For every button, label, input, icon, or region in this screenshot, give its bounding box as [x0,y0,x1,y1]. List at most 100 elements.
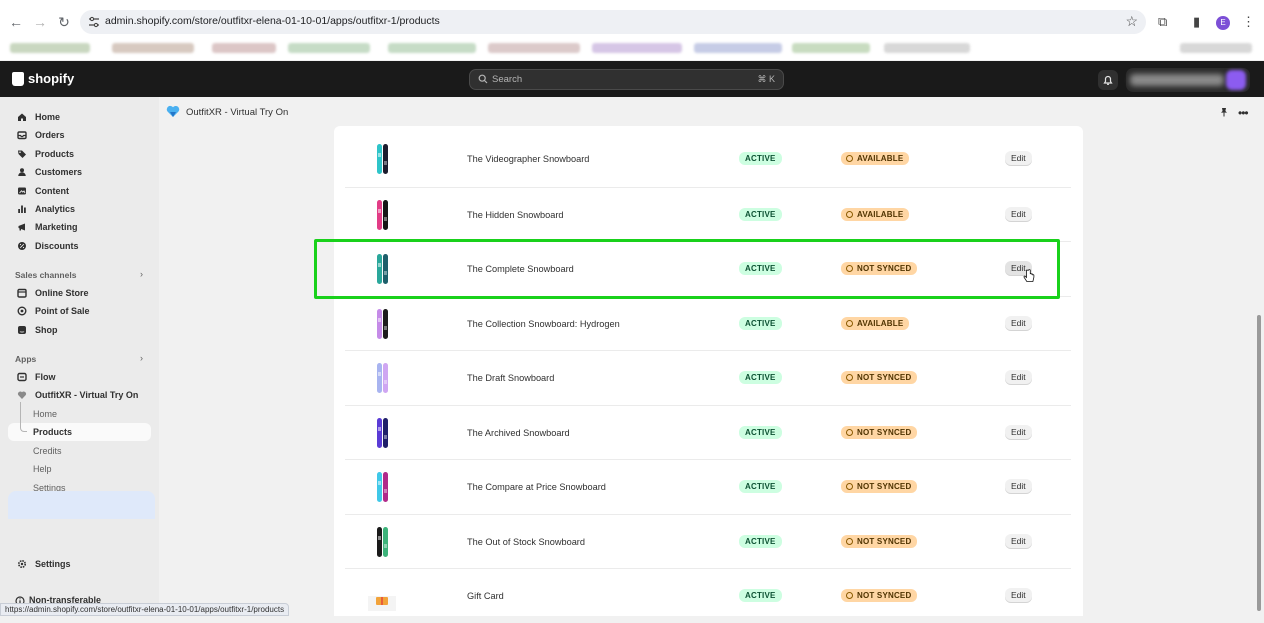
sidebar-subitem-products[interactable]: Products [8,423,151,442]
edit-button[interactable]: Edit [1005,533,1032,549]
non-transferable-banner[interactable] [8,491,155,519]
extensions-icon[interactable]: ⧉ [1158,14,1167,30]
product-name[interactable]: The Compare at Price Snowboard [467,482,606,492]
app-title: OutfitXR - Virtual Try On [186,107,289,118]
browser-menu-icon[interactable]: ⋮ [1242,14,1255,30]
status-dot-icon [846,374,853,381]
shopify-logo[interactable]: shopify [12,71,74,86]
bookmark-item[interactable] [112,43,194,53]
search-input[interactable]: Search ⌘ K [469,69,784,90]
product-name[interactable]: The Videographer Snowboard [467,154,589,164]
bookmark-item[interactable] [1180,43,1252,53]
bookmark-item[interactable] [388,43,476,53]
shop-icon [18,325,26,334]
sync-label: AVAILABLE [857,318,904,328]
table-row[interactable]: The Out of Stock Snowboard ACTIVE NOT SYNC… [345,513,1071,569]
table-row[interactable]: Gift Card ACTIVE NOT SYNCED Edit [345,568,1071,623]
product-name[interactable]: The Out of Stock Snowboard [467,537,585,547]
bookmark-item[interactable] [212,43,276,53]
bookmark-item[interactable] [10,43,90,53]
reload-icon[interactable]: ↻ [54,12,74,32]
sidebar-item-settings[interactable]: Settings [8,555,151,573]
notifications-button[interactable] [1098,70,1118,90]
sidebar-item-marketing[interactable]: Marketing [8,218,151,236]
table-row[interactable]: The Videographer Snowboard ACTIVE AVAILABL… [345,132,1071,187]
sidebar-item-orders[interactable]: Orders [8,126,151,144]
sidebar-subitem-credits[interactable]: Credits [8,442,151,460]
products-card: The Videographer Snowboard ACTIVE AVAILABL… [334,126,1083,616]
home-icon [18,113,26,121]
sync-badge: NOT SYNCED [841,425,918,439]
edit-button[interactable]: Edit [1005,206,1032,222]
sidebar-item-point-of-sale[interactable]: Point of Sale [8,302,151,320]
product-thumbnail [377,472,388,502]
sidebar-item-home[interactable]: Home [8,108,151,126]
product-name[interactable]: The Archived Snowboard [467,428,570,438]
sidebar-item-online-store[interactable]: Online Store [8,284,151,302]
product-name[interactable]: The Hidden Snowboard [467,210,564,220]
sidebar-item-discounts[interactable]: Discounts [8,237,151,255]
table-row[interactable]: The Compare at Price Snowboard ACTIVE NOT … [345,459,1071,514]
status-dot-icon [846,319,853,327]
more-actions-icon[interactable]: ••• [1238,106,1249,120]
product-name[interactable]: Gift Card [467,591,504,601]
flow-icon [17,372,27,382]
profile-avatar[interactable]: E [1216,16,1230,30]
sidebar-item-flow[interactable]: Flow [8,368,151,386]
sidebar-item-shop[interactable]: Shop [8,321,151,339]
forward-icon[interactable]: → [30,12,50,32]
edit-button[interactable]: Edit [1005,315,1032,331]
bookmark-item[interactable] [884,43,970,53]
edit-button[interactable]: Edit [1005,151,1032,166]
sidebar-item-customers[interactable]: Customers [8,163,151,181]
sidebar-item-label: Products [35,148,75,159]
sidebar-subitem-help[interactable]: Help [8,460,151,478]
bookmark-item[interactable] [792,43,870,53]
bookmark-item[interactable] [694,43,782,53]
target-icon [18,223,25,231]
sidebar-item-label: Settings [35,559,71,569]
sidebar-item-content[interactable]: Content [8,182,151,200]
sidebar-item-label: Content [35,185,69,196]
bookmark-star-icon[interactable]: ☆ [1125,13,1138,30]
chevron-right-icon[interactable]: › [140,269,143,279]
table-row[interactable]: The Archived Snowboard ACTIVE NOT SYNCED Ed… [345,404,1071,460]
highlight-box [314,239,1060,299]
apps-heading[interactable]: Apps [15,354,36,364]
account-avatar [1226,70,1246,90]
side-panel-icon[interactable]: ▮ [1193,14,1200,30]
table-row[interactable]: The Draft Snowboard ACTIVE NOT SYNCED Edit [345,350,1071,405]
bookmark-item[interactable] [288,43,370,53]
product-thumbnail [377,417,388,448]
account-menu[interactable] [1126,68,1250,92]
product-thumbnail [377,199,388,230]
sales-channels-heading[interactable]: Sales channels [15,270,76,280]
edit-button[interactable]: Edit [1005,479,1032,494]
chevron-right-icon[interactable]: › [140,353,143,363]
bookmark-item[interactable] [488,43,580,53]
status-dot-icon [846,155,853,162]
sync-label: NOT SYNCED [857,482,912,491]
search-shortcut: ⌘ K [757,74,775,84]
site-settings-icon[interactable] [88,16,100,28]
pin-icon[interactable] [1219,107,1229,117]
bookmark-item[interactable] [592,43,682,53]
product-name[interactable]: The Collection Snowboard: Hydrogen [467,319,620,329]
sidebar-item-label: Home [35,112,61,122]
sidebar-item-outfitxr-virtual-try-on[interactable]: OutfitXR - Virtual Try On [8,386,151,404]
person-icon [18,168,26,177]
scrollbar-thumb[interactable] [1257,315,1261,611]
sidebar-item-analytics[interactable]: Analytics [8,200,151,218]
sidebar-subitem-home[interactable]: Home [8,405,151,423]
edit-button[interactable]: Edit [1005,370,1032,385]
back-icon[interactable]: ← [6,12,26,32]
product-name[interactable]: The Draft Snowboard [467,373,554,383]
edit-button[interactable]: Edit [1005,424,1032,440]
sidebar-item-label: Flow [35,372,56,382]
sidebar-item-products[interactable]: Products [8,145,151,163]
status-badge: ACTIVE [739,480,782,493]
address-bar[interactable]: admin.shopify.com/store/outfitxr-elena-0… [80,10,1146,34]
table-row[interactable]: The Collection Snowboard: Hydrogen ACTIVE… [345,295,1071,351]
edit-button[interactable]: Edit [1005,588,1032,603]
table-row[interactable]: The Hidden Snowboard ACTIVE AVAILABLE Edit [345,186,1071,242]
